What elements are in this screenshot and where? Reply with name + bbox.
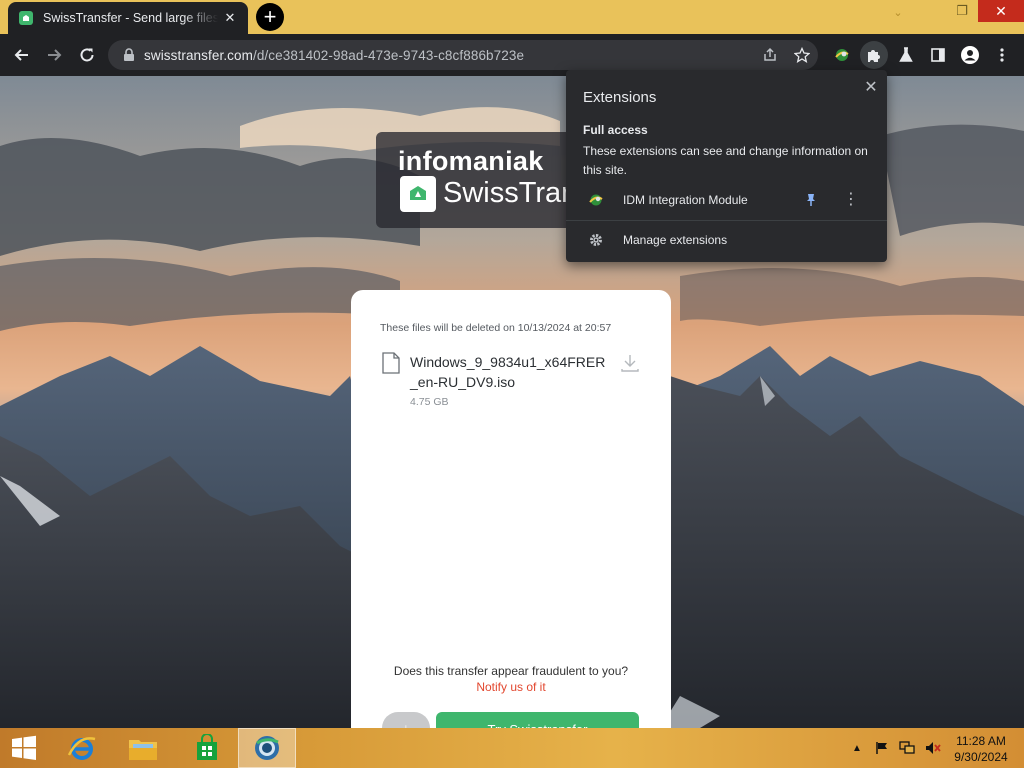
extensions-popup: Extensions ✕ Full access These extension… [566, 70, 887, 262]
windows-logo-icon [12, 735, 36, 760]
idm-extension-icon [835, 49, 849, 61]
new-tab-button[interactable]: + [256, 3, 284, 31]
file-explorer-icon [129, 740, 157, 760]
extension-item-idm[interactable]: IDM Integration Module ⋮ [566, 188, 887, 212]
download-file-icon[interactable] [619, 352, 641, 374]
chrome-like-browser-icon [255, 736, 279, 760]
url-text[interactable]: swisstransfer.com/d/ce381402-98ad-473e-9… [144, 48, 524, 63]
gear-icon [590, 234, 602, 246]
divider [566, 220, 887, 221]
idm-extension-icon [589, 194, 603, 206]
tab-search-chevron-icon[interactable]: ⌄ [888, 4, 908, 20]
full-access-heading: Full access [583, 123, 648, 137]
address-bar[interactable]: swisstransfer.com/d/ce381402-98ad-473e-9… [108, 40, 818, 70]
idm-extension-button[interactable] [828, 41, 856, 69]
show-hidden-icons-icon[interactable]: ▲ [848, 728, 866, 768]
clock-date: 9/30/2024 [954, 750, 1008, 764]
url-host: swisstransfer.com [144, 47, 253, 63]
more-options-icon[interactable]: ⋮ [843, 190, 859, 210]
windows-taskbar: ▲ 11:28 AM 9/30/2024 [0, 728, 1024, 768]
extensions-button[interactable] [860, 41, 888, 69]
bookmark-star-icon[interactable] [791, 44, 813, 66]
expiry-notice: These files will be deleted on 10/13/202… [380, 322, 612, 334]
lab-button[interactable] [892, 41, 920, 69]
profile-button[interactable] [956, 41, 984, 69]
pin-icon[interactable] [803, 192, 819, 208]
volume-muted-icon[interactable] [922, 728, 944, 768]
extensions-popup-title: Extensions [583, 89, 657, 106]
try-swisstransfer-button[interactable]: Try Swisstransfer [436, 712, 639, 728]
tab-strip: SwissTransfer - Send large files s ✕ + ⌄… [0, 0, 1024, 34]
file-size: 4.75 GB [410, 396, 449, 408]
forward-icon [48, 49, 62, 61]
infomaniak-logo-text: infomaniak [398, 146, 544, 176]
system-clock[interactable]: 11:28 AM 9/30/2024 [946, 733, 1016, 765]
internet-explorer-icon [67, 737, 96, 760]
download-card: These files will be deleted on 10/13/202… [351, 290, 671, 728]
lock-icon[interactable] [114, 48, 144, 62]
full-access-description: These extensions can see and change info… [583, 144, 868, 177]
tab-close-icon[interactable]: ✕ [222, 10, 238, 26]
file-explorer-button[interactable] [120, 728, 166, 768]
extension-name: IDM Integration Module [623, 193, 748, 207]
tab-swisstransfer[interactable]: SwissTransfer - Send large files s ✕ [8, 2, 248, 34]
menu-dots-icon [1000, 48, 1004, 62]
clock-time: 11:28 AM [956, 734, 1006, 748]
profile-icon [961, 46, 979, 64]
reload-button[interactable] [73, 41, 101, 69]
internet-explorer-button[interactable] [60, 728, 104, 768]
side-panel-icon [931, 48, 945, 62]
fraud-question: Does this transfer appear fraudulent to … [393, 664, 629, 678]
url-path: /d/ce381402-98ad-473e-9743-c8cf886b723e [252, 47, 525, 63]
start-button[interactable] [4, 728, 44, 768]
flag-icon[interactable] [872, 728, 892, 768]
download-all-button[interactable]: ↓ [382, 712, 430, 728]
back-button[interactable] [8, 41, 36, 69]
fraud-report: Does this transfer appear fraudulent to … [351, 663, 671, 695]
swisstransfer-logo-icon [400, 176, 436, 212]
swisstransfer-favicon-icon [19, 11, 33, 25]
extensions-puzzle-icon [868, 50, 880, 62]
manage-extensions-label: Manage extensions [623, 233, 728, 247]
notify-us-link[interactable]: Notify us of it [476, 680, 545, 694]
network-icon[interactable] [896, 728, 918, 768]
back-icon [14, 49, 28, 61]
file-name: Windows_9_9834u1_x64FRER_en-RU_DV9.iso [410, 354, 606, 390]
menu-button[interactable] [988, 41, 1016, 69]
forward-button[interactable] [40, 41, 68, 69]
browser-taskbar-button[interactable] [238, 728, 296, 768]
file-icon [382, 352, 400, 374]
close-icon[interactable]: ✕ [860, 76, 882, 98]
close-window-button[interactable]: ✕ [978, 0, 1024, 22]
tab-title: SwissTransfer - Send large files s [43, 11, 218, 25]
store-icon [197, 734, 217, 760]
lab-flask-icon [899, 47, 913, 62]
restore-window-button[interactable]: ❐ [942, 0, 982, 22]
manage-extensions-item[interactable]: Manage extensions [566, 228, 887, 252]
store-button[interactable] [184, 728, 230, 768]
share-icon[interactable] [759, 44, 781, 66]
reload-icon [80, 48, 94, 62]
side-panel-button[interactable] [924, 41, 952, 69]
